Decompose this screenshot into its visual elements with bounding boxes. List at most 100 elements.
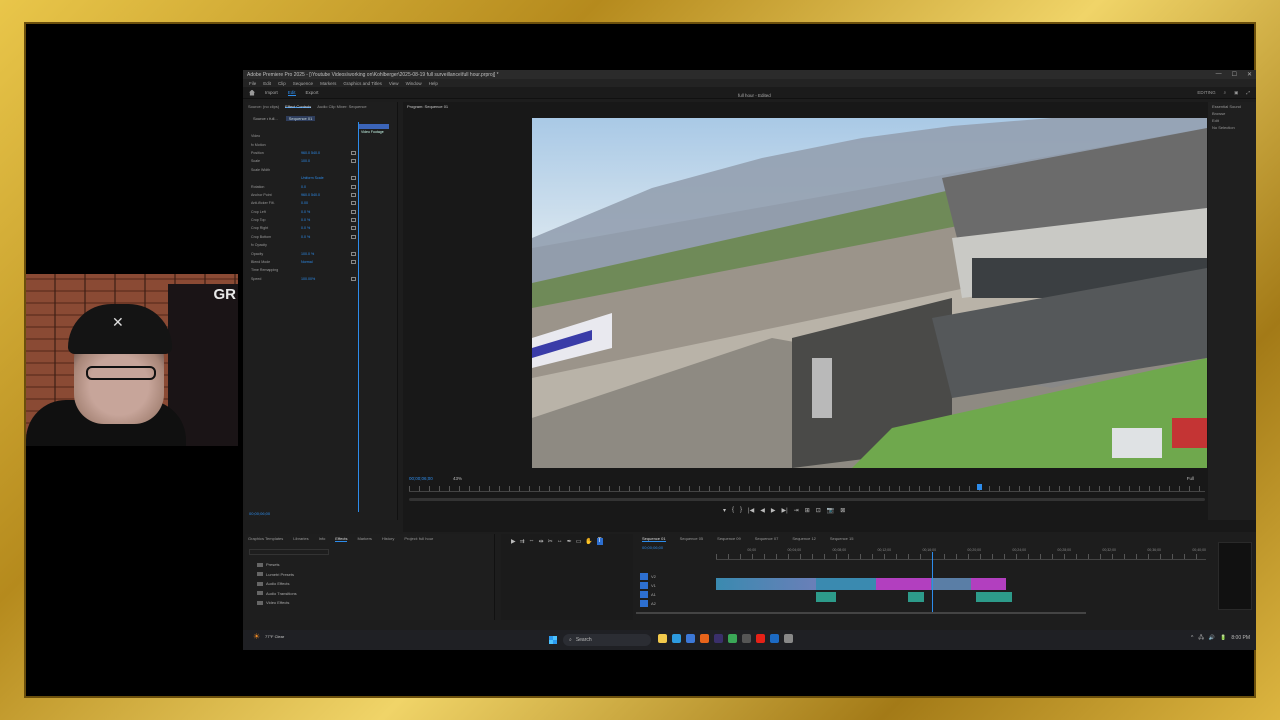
menu-help[interactable]: Help xyxy=(429,81,438,86)
keyframe-toggle-icon[interactable] xyxy=(351,251,356,256)
menu-markers[interactable]: Markers xyxy=(320,81,336,86)
tray-item[interactable]: 🔋 xyxy=(1220,635,1226,643)
transport-button[interactable]: ⊠ xyxy=(840,507,845,514)
transport-button[interactable]: ⊞ xyxy=(805,507,810,514)
start-button[interactable] xyxy=(549,636,557,644)
clip-audio-3[interactable] xyxy=(976,592,1012,602)
effect-property-row[interactable]: Speed 100.00% xyxy=(251,275,391,283)
keyframe-toggle-icon[interactable] xyxy=(351,234,356,239)
timeline-ruler[interactable] xyxy=(716,554,1206,560)
transport-button[interactable]: ⇥ xyxy=(794,507,799,514)
program-timecode[interactable]: 00;00;06;00 xyxy=(409,476,433,481)
effect-property-row[interactable]: Anti-flicker Filt. 0.00 xyxy=(251,199,391,207)
youtube-icon[interactable] xyxy=(756,634,765,643)
effect-property-row[interactable]: Crop Top 0.0 % xyxy=(251,216,391,224)
tool-button[interactable]: ▶ xyxy=(511,538,516,545)
keyframe-toggle-icon[interactable] xyxy=(351,218,356,223)
menu-view[interactable]: View xyxy=(389,81,399,86)
tab-source[interactable]: Source: (no clips) xyxy=(248,104,279,109)
tab-effect-controls[interactable]: Effect Controls xyxy=(285,104,312,109)
tool-button[interactable]: ⇔ xyxy=(529,538,535,545)
effect-property-value[interactable]: 960.0 540.0 xyxy=(301,151,341,155)
effect-property-value[interactable]: 0.0 % xyxy=(301,218,341,222)
effect-property-row[interactable]: Uniform Scale xyxy=(251,174,391,182)
effect-property-value[interactable]: 0.00 xyxy=(301,201,341,205)
workspace-tab-edit[interactable]: Edit xyxy=(287,90,296,96)
effects-folder[interactable]: Audio Transitions xyxy=(257,589,494,599)
weather-icon[interactable]: ☀ xyxy=(253,632,260,641)
program-playhead[interactable] xyxy=(976,484,982,490)
effect-property-row[interactable]: Crop Bottom 0.0 % xyxy=(251,233,391,241)
app-icon[interactable] xyxy=(784,634,793,643)
effect-property-value[interactable]: 100.0 % xyxy=(301,252,341,256)
program-monitor-title[interactable]: Program: Sequence 01 xyxy=(407,104,448,109)
tool-button[interactable]: ✋ xyxy=(585,538,592,545)
keyframe-toggle-icon[interactable] xyxy=(351,150,356,155)
effect-property-value[interactable]: Uniform Scale xyxy=(301,176,341,180)
clip-magenta-2[interactable] xyxy=(971,578,1006,590)
effects-search-input[interactable] xyxy=(249,549,329,555)
effect-property-row[interactable]: Anchor Point 960.0 540.0 xyxy=(251,191,391,199)
keyframe-toggle-icon[interactable] xyxy=(351,201,356,206)
transport-button[interactable]: 📷 xyxy=(827,507,834,514)
tray-item[interactable]: 8:00 PM xyxy=(1231,635,1250,643)
panel-icon[interactable]: ▣ xyxy=(1234,90,1238,96)
effects-folder[interactable]: Presets xyxy=(257,560,494,570)
firefox-icon[interactable] xyxy=(700,634,709,643)
tab-audio-clip-mixer[interactable]: Audio Clip Mixer: Sequence xyxy=(317,104,366,109)
clip-video-3[interactable] xyxy=(931,578,971,590)
tray-item[interactable]: ^ xyxy=(1191,635,1193,643)
tray-item[interactable]: 🖧 xyxy=(1198,635,1204,643)
effect-property-row[interactable]: Scale Width xyxy=(251,166,391,174)
tray-item[interactable]: 🔊 xyxy=(1209,635,1215,643)
essential-sound-tab[interactable]: Essential Sound xyxy=(1212,104,1252,109)
effect-property-row[interactable]: Video xyxy=(251,132,391,140)
timeline-playhead[interactable] xyxy=(931,552,933,612)
maximize-button[interactable]: ☐ xyxy=(1232,71,1237,78)
browse-tab[interactable]: Browse xyxy=(1212,111,1252,116)
store-icon[interactable] xyxy=(686,634,695,643)
effects-panel-tab[interactable]: Markers xyxy=(357,536,371,542)
ec-timecode[interactable]: 00;00;06;00 xyxy=(249,511,270,516)
effect-property-row[interactable]: Crop Right 0.0 % xyxy=(251,224,391,232)
source-label[interactable]: Source • full... xyxy=(253,116,278,121)
tool-button[interactable]: T xyxy=(596,538,603,545)
keyframe-toggle-icon[interactable] xyxy=(351,260,356,265)
effect-property-row[interactable]: Scale 100.0 xyxy=(251,157,391,165)
tool-button[interactable]: ⇹ xyxy=(539,538,544,545)
effect-property-value[interactable]: 0.0 % xyxy=(301,235,341,239)
keyframe-toggle-icon[interactable] xyxy=(351,192,356,197)
effect-property-row[interactable]: Crop Left 0.0 % xyxy=(251,208,391,216)
transport-button[interactable]: ◀ xyxy=(760,507,765,514)
transport-button[interactable]: ⊡ xyxy=(816,507,821,514)
clip-audio-1[interactable] xyxy=(816,592,836,602)
search-icon[interactable]: ⌕ xyxy=(1224,90,1227,96)
transport-button[interactable]: ▶ xyxy=(771,507,776,514)
effect-property-row[interactable]: Position 960.0 540.0 xyxy=(251,149,391,157)
effect-property-value[interactable]: 0.0 xyxy=(301,185,341,189)
file-explorer-icon[interactable] xyxy=(658,634,667,643)
taskbar-search[interactable]: ⌕ Search xyxy=(563,634,651,646)
effects-panel-tab[interactable]: Effects xyxy=(335,536,348,542)
close-button[interactable]: ✕ xyxy=(1247,71,1252,78)
track-header[interactable]: V2 xyxy=(640,572,656,581)
effects-folder[interactable]: Audio Effects xyxy=(257,579,494,589)
track-target-toggle[interactable] xyxy=(640,582,648,589)
keyframe-toggle-icon[interactable] xyxy=(351,184,356,189)
tool-button[interactable]: ✂ xyxy=(548,538,553,545)
obs-icon[interactable] xyxy=(742,634,751,643)
tool-button[interactable]: ▭ xyxy=(576,538,582,545)
home-icon[interactable] xyxy=(249,89,255,96)
minimize-button[interactable]: — xyxy=(1216,71,1222,78)
premiere-app-icon[interactable] xyxy=(714,634,723,643)
menu-sequence[interactable]: Sequence xyxy=(293,81,313,86)
track-header[interactable]: V1 xyxy=(640,581,656,590)
keyframe-toggle-icon[interactable] xyxy=(351,159,356,164)
effect-property-value[interactable]: 0.0 % xyxy=(301,226,341,230)
transport-button[interactable]: ▶| xyxy=(781,507,787,514)
quality-select[interactable]: Full xyxy=(1187,476,1194,481)
keyframe-toggle-icon[interactable] xyxy=(351,209,356,214)
keyframe-toggle-icon[interactable] xyxy=(351,276,356,281)
program-zoom-scrollbar[interactable] xyxy=(409,498,1205,501)
effect-property-row[interactable]: Opacity 100.0 % xyxy=(251,249,391,257)
